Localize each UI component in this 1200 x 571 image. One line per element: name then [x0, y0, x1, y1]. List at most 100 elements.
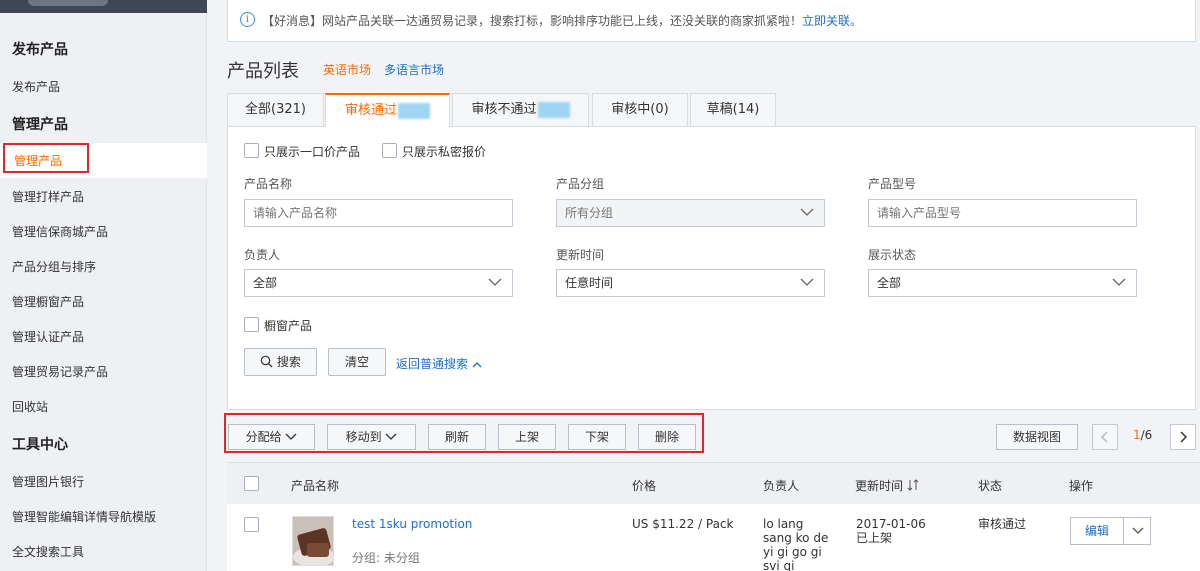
- update-date: 2017-01-06: [856, 517, 926, 531]
- chevron-down-icon: [1112, 278, 1126, 286]
- chevron-left-icon: [1100, 431, 1108, 443]
- product-owner: lo lang sang ko de yi gi go gi svi gi: [763, 517, 828, 571]
- chevron-right-icon: [1180, 431, 1188, 443]
- product-name-link[interactable]: test 1sku promotion: [352, 517, 472, 531]
- search-button[interactable]: 搜索: [244, 348, 317, 376]
- sidebar-item-certified-products[interactable]: 管理认证产品: [12, 328, 84, 345]
- edit-button-group: 编辑: [1070, 517, 1151, 545]
- owner-select[interactable]: 全部: [244, 269, 513, 297]
- chevron-down-icon: [285, 433, 297, 440]
- fixed-price-label: 只展示一口价产品: [264, 145, 361, 159]
- data-view-button[interactable]: 数据视图: [996, 424, 1078, 450]
- sidebar-item-assurance-products[interactable]: 管理信保商城产品: [12, 223, 108, 240]
- list-off-button[interactable]: 下架: [568, 424, 626, 450]
- chevron-down-icon: [488, 278, 502, 286]
- notice-bar: i 【好消息】网站产品关联一达通贸易记录，搜索打标，影响排序功能已上线，还没关联…: [227, 0, 1196, 42]
- sidebar-section-tools: 工具中心: [12, 437, 68, 453]
- next-page-button[interactable]: [1170, 424, 1196, 450]
- tab-all[interactable]: 全部(321): [227, 93, 324, 127]
- product-name-input[interactable]: [244, 199, 513, 227]
- column-header-actions: 操作: [1069, 479, 1094, 493]
- tab-approved[interactable]: 审核通过: [325, 93, 450, 127]
- showcase-checkbox[interactable]: [244, 317, 259, 332]
- sidebar: 发布产品 发布产品 管理产品 管理产品 管理打样产品 管理信保商城产品 产品分组…: [0, 0, 207, 571]
- product-model-input[interactable]: [868, 199, 1137, 227]
- update-time-label: 更新时间: [556, 248, 605, 262]
- sidebar-item-trade-record-products[interactable]: 管理贸易记录产品: [12, 363, 108, 380]
- table-header: [227, 462, 1200, 504]
- product-update-time: 2017-01-06 已上架: [856, 517, 926, 545]
- select-all-checkbox[interactable]: [244, 476, 259, 491]
- redacted-count: [537, 101, 570, 118]
- sidebar-item-recycle-bin[interactable]: 回收站: [12, 398, 48, 415]
- notice-text: 【好消息】网站产品关联一达通贸易记录，搜索打标，影响排序功能已上线，还没关联的商…: [262, 14, 863, 28]
- search-icon: [260, 355, 273, 368]
- column-header-owner: 负责人: [763, 479, 800, 493]
- column-header-name: 产品名称: [291, 479, 340, 493]
- display-status-select[interactable]: 全部: [868, 269, 1137, 297]
- more-actions-dropdown[interactable]: [1125, 518, 1151, 544]
- column-header-updated[interactable]: 更新时间: [855, 477, 919, 494]
- prev-page-button[interactable]: [1092, 424, 1118, 450]
- sidebar-item-sample-products[interactable]: 管理打样产品: [12, 188, 84, 205]
- notice-link[interactable]: 立即关联。: [802, 14, 862, 28]
- owner-line: sang ko de: [763, 531, 829, 545]
- product-name-label: 产品名称: [244, 177, 293, 191]
- delete-button[interactable]: 删除: [638, 424, 696, 450]
- sidebar-item-fulltext-search[interactable]: 全文搜索工具: [12, 543, 84, 560]
- product-status: 审核通过: [978, 517, 1027, 531]
- page-total: /6: [1140, 428, 1153, 442]
- market-multilang-link[interactable]: 多语言市场: [384, 61, 444, 78]
- sidebar-item-nav-template[interactable]: 管理智能编辑详情导航模版: [12, 508, 156, 525]
- page-title: 产品列表: [227, 61, 299, 82]
- info-icon: i: [240, 12, 255, 27]
- update-time-value: 任意时间: [565, 276, 614, 290]
- sidebar-item-manage-products[interactable]: 管理产品: [14, 152, 62, 169]
- showcase-label: 橱窗产品: [264, 319, 313, 333]
- product-group-label: 产品分组: [556, 177, 605, 191]
- assign-label: 分配给: [245, 430, 282, 444]
- tab-drafts[interactable]: 草稿(14): [690, 93, 776, 127]
- sidebar-item-showcase-products[interactable]: 管理橱窗产品: [12, 293, 84, 310]
- assign-to-dropdown[interactable]: 分配给: [228, 424, 315, 450]
- product-group-text: 分组: 未分组: [352, 551, 420, 565]
- chevron-down-icon: [1132, 527, 1144, 534]
- edit-button[interactable]: 编辑: [1071, 518, 1124, 544]
- move-to-dropdown[interactable]: 移动到: [327, 424, 416, 450]
- product-group-select[interactable]: 所有分组: [556, 199, 825, 227]
- sidebar-topbar: [0, 0, 207, 13]
- page-current: 1: [1133, 428, 1141, 442]
- product-model-label: 产品型号: [868, 177, 917, 191]
- list-on-button[interactable]: 上架: [498, 424, 556, 450]
- refresh-button[interactable]: 刷新: [428, 424, 486, 450]
- redacted-count: [398, 102, 430, 119]
- tab-pending[interactable]: 审核中(0): [592, 93, 688, 127]
- column-header-status: 状态: [978, 479, 1003, 493]
- column-header-price: 价格: [632, 479, 657, 493]
- product-thumbnail[interactable]: [292, 516, 334, 566]
- update-time-select[interactable]: 任意时间: [556, 269, 825, 297]
- tab-pending-label: 审核中(0): [611, 102, 669, 117]
- sidebar-item-publish-product[interactable]: 发布产品: [12, 78, 60, 95]
- row-checkbox[interactable]: [244, 517, 259, 532]
- product-price: US $11.22 / Pack: [632, 517, 734, 531]
- tab-drafts-label: 草稿(14): [706, 102, 760, 117]
- display-status-label: 展示状态: [868, 248, 917, 262]
- fixed-price-checkbox[interactable]: [244, 143, 259, 158]
- owner-line: svi gi: [763, 559, 795, 571]
- updated-header-label: 更新时间: [855, 479, 904, 493]
- private-quote-label: 只展示私密报价: [402, 145, 487, 159]
- back-to-basic-search-link[interactable]: 返回普通搜索: [396, 355, 482, 372]
- private-quote-checkbox[interactable]: [382, 143, 397, 158]
- move-to-label: 移动到: [345, 430, 382, 444]
- tab-rejected[interactable]: 审核不通过: [452, 93, 589, 127]
- sidebar-item-image-bank[interactable]: 管理图片银行: [12, 473, 84, 490]
- sidebar-item-product-groups[interactable]: 产品分组与排序: [12, 258, 96, 275]
- chevron-down-icon: [800, 208, 814, 216]
- chevron-down-icon: [385, 433, 397, 440]
- back-link-label: 返回普通搜索: [396, 357, 469, 371]
- search-button-label: 搜索: [276, 355, 301, 369]
- clear-button[interactable]: 清空: [328, 348, 386, 376]
- market-english-link[interactable]: 英语市场: [323, 61, 371, 78]
- owner-value: 全部: [253, 276, 278, 290]
